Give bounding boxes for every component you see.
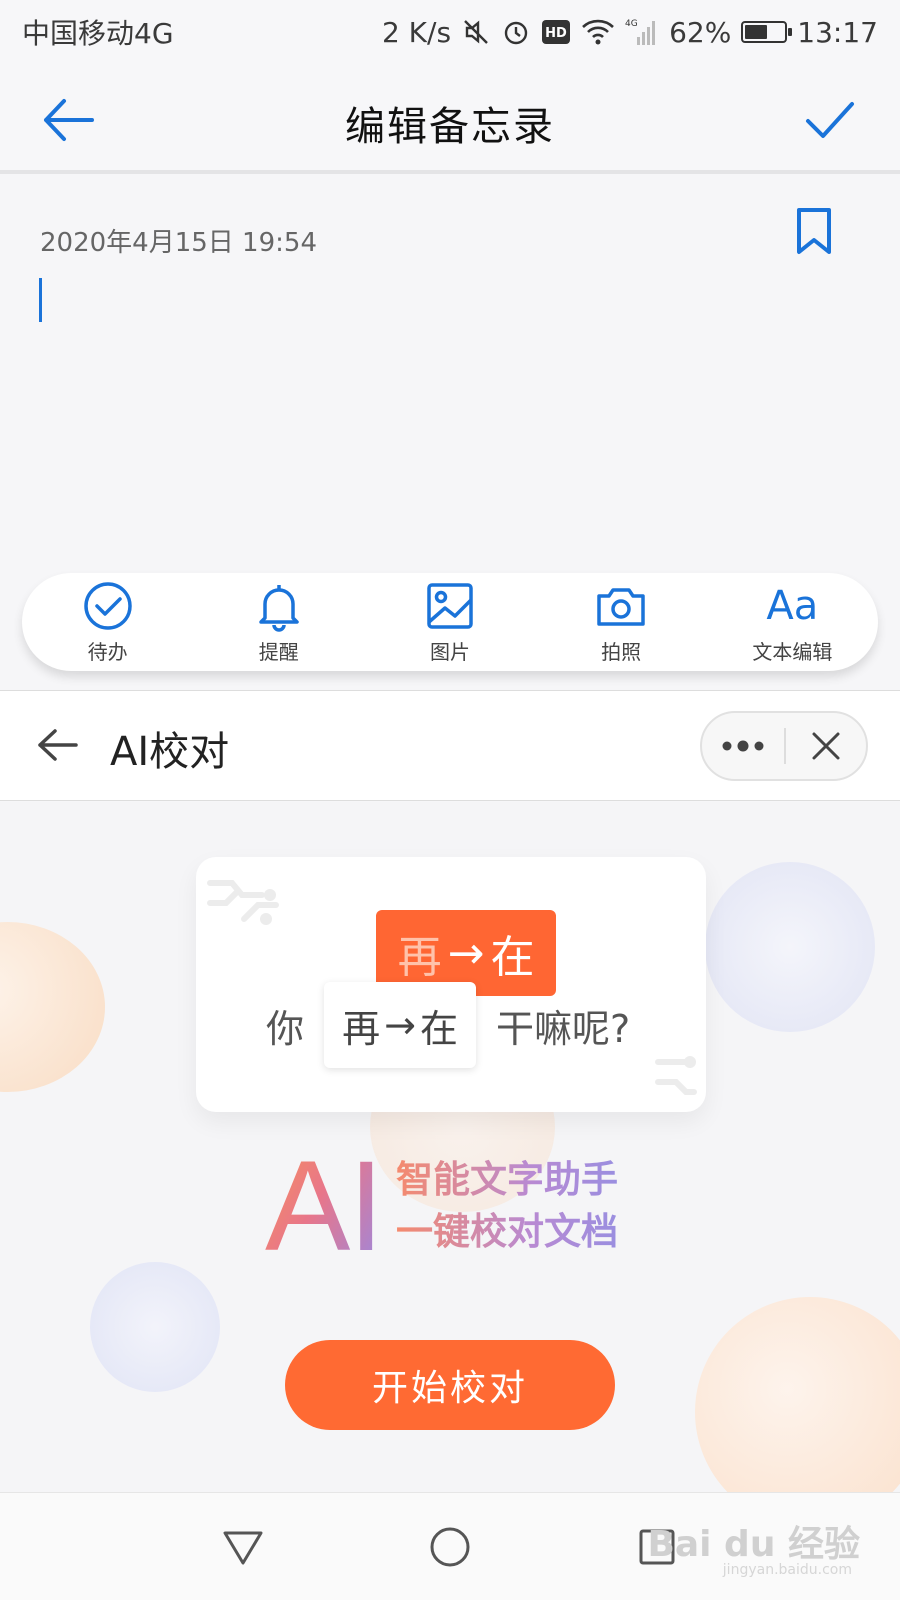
carrier-label: 中国移动4G bbox=[22, 17, 174, 50]
image-icon bbox=[427, 582, 473, 629]
decor-bubble bbox=[695, 1297, 900, 1492]
start-proofread-button[interactable]: 开始校对 bbox=[285, 1340, 615, 1430]
bookmark-button[interactable] bbox=[794, 206, 834, 256]
tool-text-format[interactable]: Aa 文本编辑 bbox=[717, 580, 867, 665]
nav-back-icon[interactable] bbox=[219, 1523, 267, 1571]
bell-icon bbox=[259, 584, 299, 632]
wifi-icon bbox=[582, 19, 614, 45]
bookmark-icon bbox=[797, 208, 831, 254]
note-date: 2020年4月15日 19:54 bbox=[40, 228, 317, 258]
battery-percent: 62% bbox=[669, 15, 732, 49]
decor-bubble bbox=[0, 922, 105, 1092]
highlight-new-char: 在 bbox=[490, 932, 535, 983]
sentence-suffix: 干嘛呢? bbox=[496, 1006, 631, 1051]
tool-reminder[interactable]: 提醒 bbox=[204, 580, 354, 665]
sentence-prefix: 你 bbox=[266, 1006, 305, 1051]
status-bar: 中国移动4G 2 K/s HD 4G 62% 13:17 bbox=[0, 0, 900, 64]
ai-promo-area: 再 → 在 你 再 → 在 干嘛呢? AI 智能文字助手 一键校对文档 开始校对 bbox=[0, 802, 900, 1492]
camera-icon bbox=[597, 587, 645, 626]
decor-bubble bbox=[90, 1262, 220, 1392]
hd-icon: HD bbox=[542, 20, 571, 44]
ai-back-button[interactable] bbox=[36, 723, 80, 767]
box-arrow: → bbox=[384, 1003, 416, 1047]
page-title: 编辑备忘录 bbox=[345, 104, 555, 150]
battery-icon bbox=[741, 21, 793, 43]
ai-panel-title: AI校对 bbox=[110, 729, 230, 775]
box-old-char: 再 bbox=[342, 1006, 381, 1051]
title-bar: 编辑备忘录 bbox=[0, 64, 900, 174]
alarm-icon bbox=[504, 21, 528, 45]
svg-text:4G: 4G bbox=[625, 19, 638, 29]
editor-toolbar: 待办 提醒 图片 拍照 Aa 文本编辑 bbox=[22, 573, 878, 671]
slogan-line-1: 智能文字助手 bbox=[396, 1154, 618, 1206]
slogan-line-2: 一键校对文档 bbox=[396, 1206, 618, 1258]
mini-program-capsule bbox=[700, 711, 868, 781]
tool-todo[interactable]: 待办 bbox=[33, 580, 183, 665]
close-icon bbox=[812, 732, 840, 760]
decor-bubble bbox=[705, 862, 875, 1032]
correction-illustration: 再 → 在 你 再 → 在 干嘛呢? bbox=[196, 857, 706, 1112]
signal-icon: 4G bbox=[625, 19, 656, 45]
tool-camera-label: 拍照 bbox=[601, 639, 642, 664]
box-new-char: 在 bbox=[419, 1006, 458, 1051]
clock: 13:17 bbox=[797, 15, 878, 49]
mute-icon bbox=[464, 20, 488, 44]
text-cursor bbox=[39, 278, 42, 322]
highlight-arrow: → bbox=[447, 927, 485, 979]
highlight-old-char: 再 bbox=[397, 932, 442, 983]
checkmark-icon bbox=[806, 102, 854, 138]
close-button[interactable] bbox=[786, 713, 866, 779]
circuit-deco-icon bbox=[655, 1056, 697, 1095]
correction-word-box: 再 → 在 bbox=[324, 982, 477, 1068]
ai-panel-header: AI校对 bbox=[0, 691, 900, 801]
network-speed: 2 K/s bbox=[381, 15, 452, 49]
battery-level bbox=[745, 25, 768, 39]
ai-logo: AI bbox=[265, 1135, 384, 1278]
circuit-deco-icon bbox=[207, 880, 279, 925]
more-dots-icon bbox=[722, 740, 764, 752]
tool-reminder-label: 提醒 bbox=[258, 639, 299, 664]
example-sentence: 你 再 → 在 干嘛呢? bbox=[266, 982, 630, 1068]
status-icons: 2 K/s HD 4G 62% 13:17 bbox=[382, 16, 878, 49]
more-button[interactable] bbox=[702, 713, 784, 779]
watermark-url: jingyan.baidu.com bbox=[722, 1562, 852, 1578]
tool-image[interactable]: 图片 bbox=[375, 580, 525, 665]
watermark-brand: Bai du 经验 bbox=[647, 1524, 860, 1565]
tool-camera[interactable]: 拍照 bbox=[546, 580, 696, 665]
tool-image-label: 图片 bbox=[429, 639, 470, 664]
confirm-button[interactable] bbox=[800, 90, 860, 150]
text-format-icon: Aa bbox=[766, 582, 819, 629]
tool-todo-label: 待办 bbox=[87, 639, 128, 664]
back-arrow-icon bbox=[38, 729, 78, 761]
tool-text-format-label: 文本编辑 bbox=[752, 639, 833, 664]
nav-home-icon[interactable] bbox=[426, 1523, 474, 1571]
todo-check-icon bbox=[83, 581, 132, 630]
svg-text:HD: HD bbox=[545, 26, 567, 41]
ai-slogan: 智能文字助手 一键校对文档 bbox=[396, 1154, 618, 1258]
